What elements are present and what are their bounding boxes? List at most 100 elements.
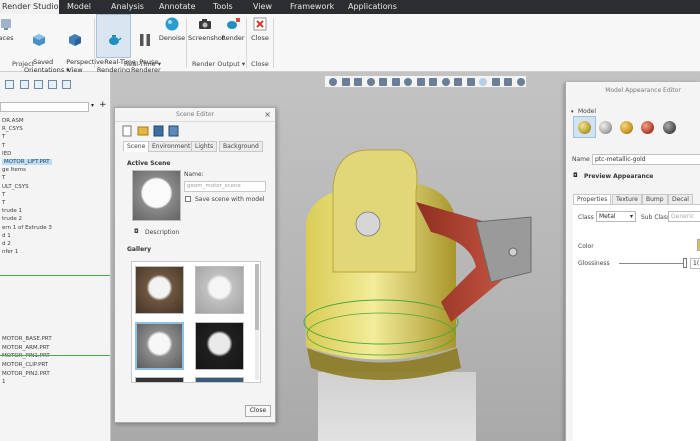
appearance-swatch[interactable] [663,121,676,134]
tree-item[interactable]: T [2,134,5,140]
appearance-name-input[interactable]: ptc-metallic-gold [592,154,700,165]
tree-item[interactable]: MOTOR_PIN2.PRT [2,371,50,377]
tab-annotate[interactable]: Annotate [159,0,196,14]
gallery-thumb[interactable] [195,266,244,314]
tree-item[interactable]: T [2,175,5,181]
description-label[interactable]: Description [145,229,179,236]
render-label: Render [221,34,245,42]
save-as-icon[interactable] [168,125,179,137]
tree-item[interactable]: T [2,200,5,206]
tree-item[interactable]: ern 1 of Extrude 3 [2,225,52,231]
collapse-arrow-icon[interactable]: ▾ [571,109,574,115]
tab-tools[interactable]: Tools [213,0,233,14]
tree-item[interactable]: 1 [2,379,6,385]
preview-appearance-label[interactable]: Preview Appearance [584,173,653,180]
gallery-scrollbar[interactable] [255,264,259,380]
tree-item[interactable]: trude 2 [2,216,22,222]
glossiness-slider-thumb[interactable] [683,258,687,268]
scene-name-label: Name: [184,171,204,178]
ribbon: aces Saved Orientations ▾ Perspective Vi… [0,14,700,74]
tree-item[interactable]: R_CSYS [2,126,23,132]
gallery-thumb[interactable] [195,322,244,370]
render-teapot-icon [227,18,240,29]
tree-item[interactable]: IED [2,151,11,157]
tab-view[interactable]: View [253,0,272,14]
glossiness-value-input[interactable]: 1( [690,258,700,269]
tree-item[interactable]: nfer 1 [2,249,18,255]
chevron-down-icon[interactable]: ▾ [91,102,94,109]
tree-item[interactable]: ULT_CSYS [2,184,29,190]
tree-toolbar-icon[interactable] [48,80,57,89]
lift-bracket [332,149,418,273]
add-icon[interactable]: + [99,100,107,110]
tree-separator [0,275,110,276]
group-close-label: Close [251,60,269,68]
tree-toolbar-icon[interactable] [20,80,29,89]
active-scene-preview [132,170,181,221]
tree-search-input[interactable] [0,102,89,112]
tree-toolbar-icon[interactable] [5,80,14,89]
tab-applications[interactable]: Applications [348,0,397,14]
render-button[interactable]: Render [221,16,245,42]
tree-item[interactable]: ge Items [2,167,26,173]
gallery-thumb[interactable] [135,377,184,382]
close-ribbon-label: Close [251,34,269,42]
gallery-thumb[interactable] [135,266,184,314]
appearance-swatch[interactable] [599,121,612,134]
tree-item[interactable]: T [2,192,5,198]
tree-item[interactable]: trude 1 [2,208,22,214]
glossiness-label: Glossiness [578,260,610,267]
tree-toolbar-icon[interactable] [34,80,43,89]
group-render-output-label[interactable]: Render Output ▾ [192,60,245,68]
tab-environment[interactable]: Environment [148,141,195,152]
chevron-down-icon: ▾ [629,213,633,220]
color-label: Color [578,243,594,250]
tree-item[interactable]: MOTOR_BASE.PRT [2,336,52,342]
new-scene-icon[interactable] [122,125,132,137]
expand-arrow-icon[interactable]: ◘ [134,228,139,235]
model-appearance-editor: Model Appearance Editor ▾ Model Name ptc… [565,82,700,441]
close-ribbon-button[interactable]: Close [249,16,271,42]
denoise-button[interactable]: Denoise [158,16,186,42]
gallery-thumb[interactable] [195,377,244,382]
tree-item[interactable]: DR.ASM [2,118,24,124]
tree-item[interactable]: MOTOR_LIFT.PRT [2,159,52,165]
scene-toolbar [122,125,179,137]
glossiness-slider-track[interactable] [619,263,686,264]
tab-analysis[interactable]: Analysis [111,0,144,14]
tab-render-studio[interactable]: Render Studio [0,0,59,14]
scene-editor-close-button[interactable]: Close [245,405,271,417]
devices-button[interactable]: aces [0,16,18,42]
class-select[interactable]: Metal ▾ [596,211,636,222]
tree-item[interactable]: d 2 [2,241,11,247]
model-section-label: Model [578,108,597,115]
pivot-pin [355,211,381,237]
gallery-thumb-selected[interactable] [135,322,184,370]
tab-framework[interactable]: Framework [290,0,334,14]
save-scene-checkbox[interactable] [185,196,191,202]
group-real-time-label[interactable]: Real-Time ▾ [124,60,161,68]
tab-background[interactable]: Background [219,141,263,152]
open-folder-icon[interactable] [137,126,149,136]
tab-lights[interactable]: Lights [191,141,218,152]
tab-scene[interactable]: Scene [123,141,150,152]
appearance-swatch[interactable] [641,121,654,134]
ribbon-separator [273,18,274,68]
tab-model[interactable]: Model [67,0,91,14]
screenshot-label: Screenshot [188,34,225,42]
close-icon[interactable]: × [264,110,271,119]
appearance-swatch[interactable] [578,121,591,134]
save-icon[interactable] [153,125,164,137]
tree-item[interactable]: d 1 [2,233,11,239]
denoise-label: Denoise [158,34,186,42]
tree-toolbar-icon[interactable] [62,80,71,89]
tree-item[interactable]: T [2,143,5,149]
tree-item[interactable]: MOTOR_CLIP.PRT [2,362,48,368]
tree-item[interactable]: MOTOR_ARM.PRT [2,345,50,351]
scene-name-input[interactable]: geom_motor_scene [184,181,266,192]
screenshot-button[interactable]: Screenshot [188,16,225,42]
subclass-select[interactable]: Generic [668,211,700,222]
appearance-swatch[interactable] [620,121,633,134]
expand-arrow-icon[interactable]: ◘ [573,172,578,179]
scrollbar-thumb[interactable] [255,264,259,330]
